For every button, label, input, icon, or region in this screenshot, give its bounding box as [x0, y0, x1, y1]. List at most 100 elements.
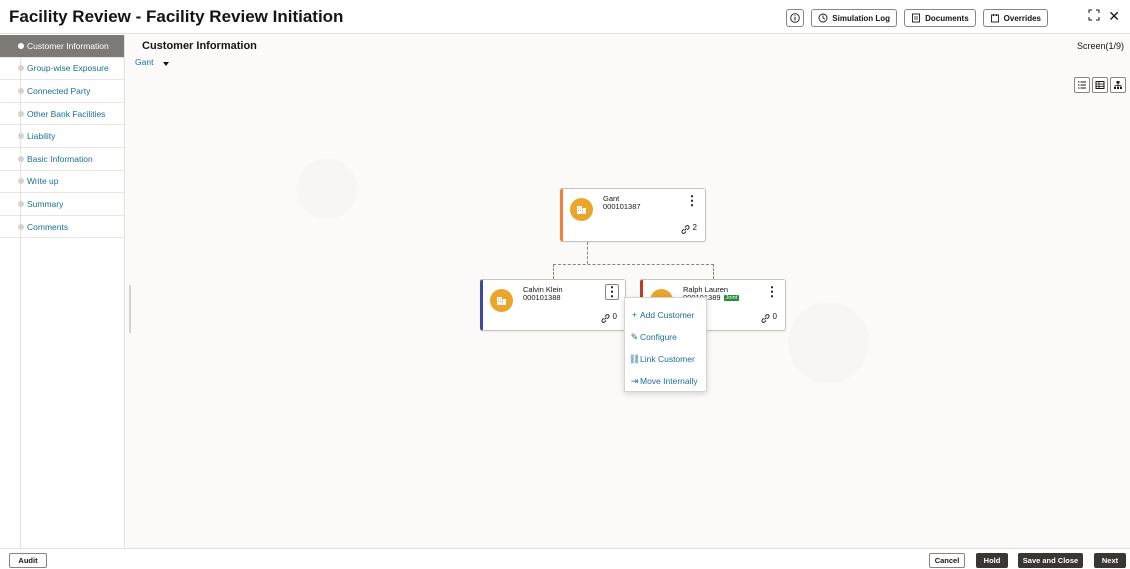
table-view-icon — [1095, 81, 1105, 89]
party-selector-value: Gant — [135, 57, 154, 67]
building-icon — [570, 198, 593, 221]
link-icon: ⛓ — [628, 353, 641, 364]
sidebar-item-customer-information[interactable]: Customer Information — [0, 35, 124, 58]
page-title: Facility Review - Facility Review Initia… — [9, 6, 344, 26]
linked-count[interactable]: 2 — [680, 223, 697, 235]
documents-label: Documents — [925, 13, 969, 23]
customer-id: 000101388 — [523, 293, 561, 302]
step-indicator-icon — [18, 178, 24, 185]
step-indicator-icon — [18, 110, 24, 117]
step-indicator-icon — [18, 155, 24, 162]
section-title: Customer Information — [142, 40, 257, 52]
more-options-icon[interactable]: ⋮ — [605, 284, 619, 300]
sidebar-item-other-bank-facilities[interactable]: Other Bank Facilities — [0, 103, 124, 126]
menu-item-add-customer[interactable]: + Add Customer — [625, 304, 706, 326]
sidebar: Customer Information Group-wise Exposure… — [0, 35, 125, 548]
documents-button[interactable]: Documents — [904, 9, 976, 27]
tree-connector — [587, 242, 588, 264]
close-icon[interactable]: ✕ — [1108, 9, 1120, 23]
simulation-log-label: Simulation Log — [832, 13, 891, 23]
menu-item-link-customer[interactable]: ⛓ Link Customer — [625, 348, 706, 370]
link-count-value: 0 — [612, 312, 617, 321]
panel-resize-handle[interactable] — [129, 285, 131, 333]
sidebar-item-label: Liability — [27, 131, 56, 142]
view-toggle — [1074, 77, 1126, 93]
sidebar-item-label: Connected Party — [27, 85, 91, 96]
chevron-down-icon — [163, 61, 170, 66]
sidebar-item-label: Comments — [27, 221, 69, 232]
link-icon — [761, 314, 770, 323]
simulation-icon — [818, 13, 828, 23]
more-options-icon[interactable]: ⋮ — [685, 193, 699, 209]
step-indicator-icon — [18, 42, 24, 49]
info-button[interactable] — [786, 9, 805, 27]
link-count-value: 2 — [692, 223, 697, 232]
document-icon — [912, 13, 921, 23]
header-actions: Simulation Log Documents Overrides — [786, 9, 1048, 27]
party-selector[interactable]: Gant — [135, 57, 170, 67]
sidebar-item-comments[interactable]: Comments — [0, 216, 124, 239]
tree-connector — [553, 264, 714, 265]
customer-card-child[interactable]: Calvin Klein 000101388 ⋮ 0 — [480, 279, 626, 331]
linked-count[interactable]: 0 — [600, 312, 617, 324]
list-view-button[interactable] — [1074, 77, 1090, 93]
edit-icon: ✎ — [630, 331, 639, 342]
expand-icon[interactable] — [1088, 9, 1100, 23]
sidebar-item-basic-information[interactable]: Basic Information — [0, 148, 124, 171]
move-icon: ⇥ — [630, 375, 639, 386]
sidebar-item-liability[interactable]: Liability — [0, 125, 124, 148]
tree-view-button[interactable] — [1110, 77, 1126, 93]
tree-connector — [713, 264, 714, 279]
info-icon — [790, 13, 801, 23]
customer-card-root[interactable]: Gant 000101387 ⋮ 2 — [560, 188, 706, 242]
sidebar-item-label: Customer Information — [27, 40, 109, 51]
tree-view-icon — [1114, 81, 1122, 89]
screen-counter: Screen(1/9) — [1076, 41, 1124, 51]
link-icon — [681, 225, 690, 234]
menu-item-move-internally[interactable]: ⇥ Move Internally — [625, 370, 706, 392]
overrides-icon — [990, 14, 999, 23]
menu-item-label: Configure — [640, 332, 677, 342]
customer-id: 000101387 — [603, 202, 641, 211]
hold-button[interactable]: Hold — [976, 553, 1008, 568]
step-indicator-icon — [18, 200, 24, 207]
more-options-icon[interactable]: ⋮ — [765, 284, 779, 300]
link-count-value: 0 — [772, 312, 777, 321]
step-indicator-icon — [18, 87, 24, 94]
sidebar-item-connected-party[interactable]: Connected Party — [0, 80, 124, 103]
window-controls: ✕ — [1088, 9, 1120, 23]
footer: Audit Cancel Hold Save and Close Next — [0, 548, 1130, 569]
building-icon — [490, 289, 513, 312]
sidebar-item-label: Summary — [27, 198, 64, 209]
sidebar-item-label: Write up — [27, 176, 59, 187]
menu-item-label: Move Internally — [640, 376, 698, 386]
sidebar-item-summary[interactable]: Summary — [0, 193, 124, 216]
overrides-label: Overrides — [1003, 13, 1041, 23]
menu-item-configure[interactable]: ✎ Configure — [625, 326, 706, 348]
next-button[interactable]: Next — [1094, 553, 1126, 568]
linked-count[interactable]: 0 — [760, 312, 777, 324]
sidebar-item-label: Basic Information — [27, 153, 93, 164]
list-view-icon — [1078, 81, 1086, 89]
plus-icon: + — [631, 310, 638, 320]
simulation-log-button[interactable]: Simulation Log — [811, 9, 898, 27]
save-and-close-button[interactable]: Save and Close — [1018, 553, 1083, 568]
menu-item-label: Add Customer — [640, 310, 695, 320]
menu-item-label: Link Customer — [640, 354, 695, 364]
cancel-button[interactable]: Cancel — [929, 553, 965, 568]
link-icon — [601, 314, 610, 323]
sidebar-item-label: Other Bank Facilities — [27, 108, 106, 119]
overrides-button[interactable]: Overrides — [982, 9, 1048, 27]
step-indicator-icon — [18, 223, 24, 230]
step-indicator-icon — [18, 65, 24, 72]
main-content: Customer Information Screen(1/9) Gant Ga… — [126, 35, 1130, 548]
audit-button[interactable]: Audit — [9, 553, 47, 568]
card-context-menu: + Add Customer ✎ Configure ⛓ Link Custom… — [624, 297, 707, 392]
tree-connector — [553, 264, 554, 279]
table-view-button[interactable] — [1092, 77, 1108, 93]
sidebar-item-label: Group-wise Exposure — [27, 63, 109, 74]
step-indicator-icon — [18, 133, 24, 140]
joint-badge: Joint — [723, 295, 740, 302]
sidebar-item-write-up[interactable]: Write up — [0, 171, 124, 194]
sidebar-item-group-wise-exposure[interactable]: Group-wise Exposure — [0, 58, 124, 81]
